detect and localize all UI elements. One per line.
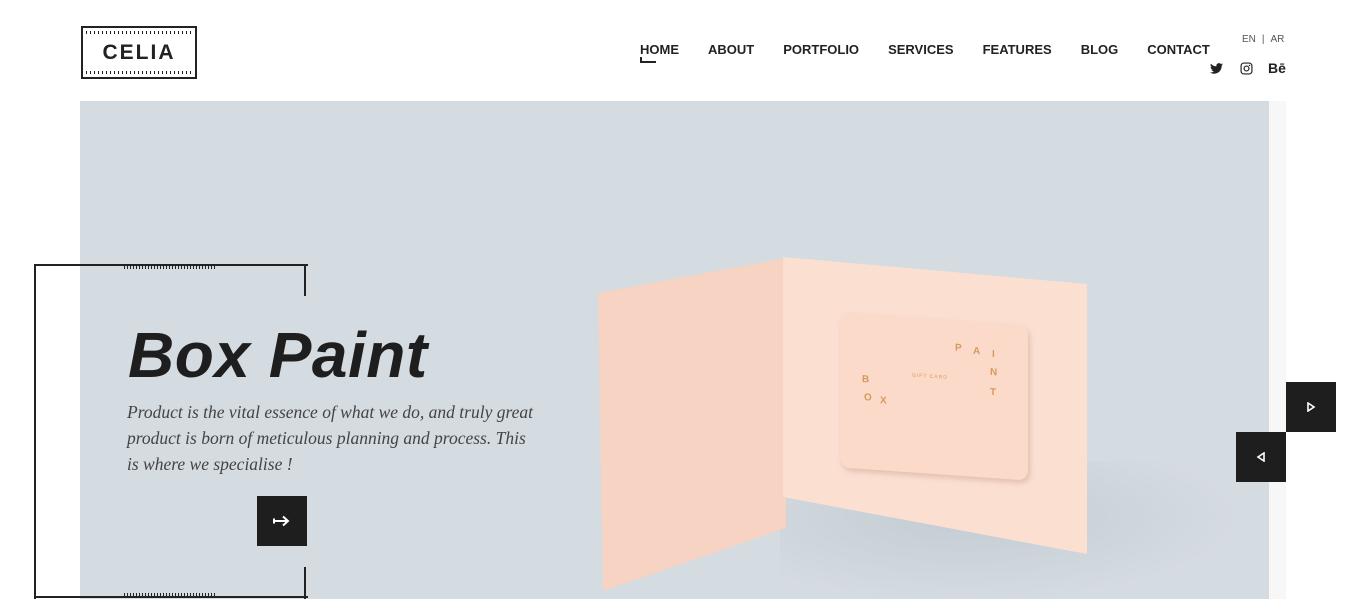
gc-caption: GIFT CARD [912,372,948,381]
nav-item-blog[interactable]: BLOG [1081,42,1119,57]
play-left-icon [1256,452,1265,462]
twitter-icon[interactable] [1208,60,1224,76]
nav-item-home[interactable]: HOME [640,42,679,63]
card-left-panel [598,258,786,591]
gc-letter-i: I [992,349,995,361]
slider-prev-button[interactable] [1236,432,1286,482]
site-logo[interactable]: CELIA [81,26,197,79]
gc-letter-p: P [955,342,962,354]
gift-card-image: P A I N T GIFT CARD B O X [840,312,1028,481]
gc-letter-t: T [990,386,997,399]
hero-title: Box Paint [128,319,428,391]
language-switcher: EN | AR [1242,34,1284,45]
play-right-icon [1307,402,1316,412]
read-more-button[interactable] [257,496,307,546]
instagram-icon[interactable] [1238,60,1254,76]
gc-letter-n: N [990,366,998,379]
gc-letter-o: O [864,392,872,404]
nav-item-contact[interactable]: CONTACT [1147,42,1210,57]
hero-description: Product is the vital essence of what we … [127,402,534,474]
gc-letter-x: X [880,395,887,407]
nav-item-about[interactable]: ABOUT [708,42,754,57]
arrow-right-icon [273,515,290,527]
lang-en[interactable]: EN [1242,34,1256,45]
nav-item-services[interactable]: SERVICES [888,42,954,57]
social-links: Bē [1208,60,1286,76]
logo-text: CELIA [102,40,176,64]
gc-letter-b: B [862,373,870,386]
lang-ar[interactable]: AR [1271,34,1285,45]
lang-separator: | [1261,34,1265,45]
main-nav: HOME ABOUT PORTFOLIO SERVICES FEATURES B… [640,42,1210,63]
hero-edge [1269,101,1286,599]
gc-letter-a: A [973,345,981,358]
behance-icon[interactable]: Bē [1268,60,1286,76]
slider-next-button[interactable] [1286,382,1336,432]
nav-item-features[interactable]: FEATURES [983,42,1052,57]
nav-item-portfolio[interactable]: PORTFOLIO [783,42,859,57]
